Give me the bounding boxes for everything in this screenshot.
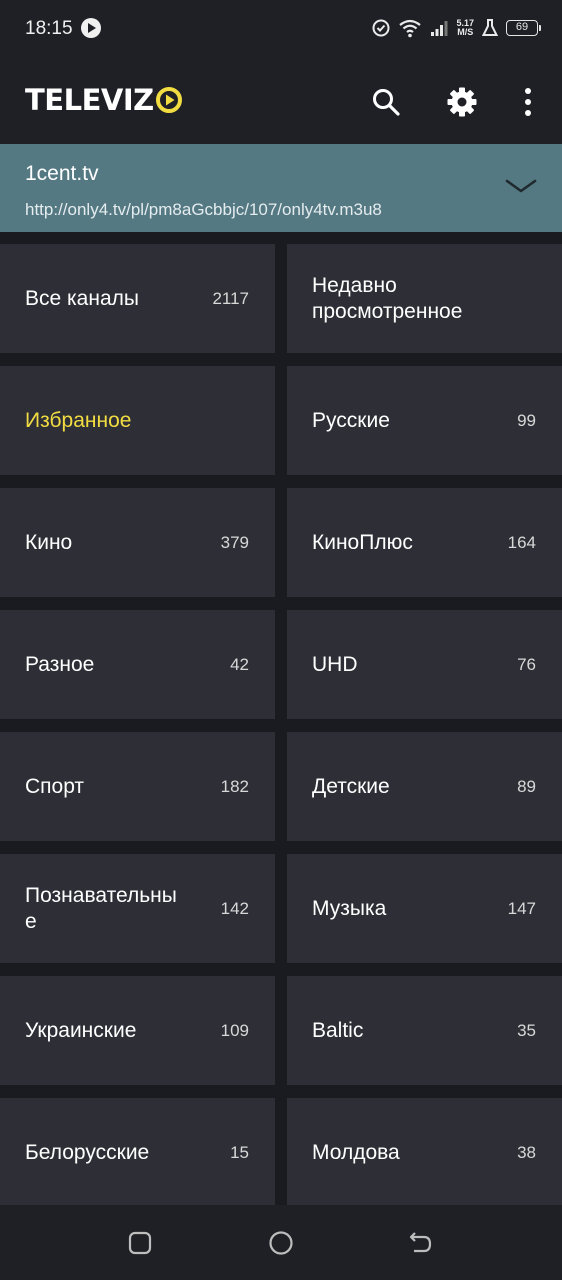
- category-label: UHD: [312, 652, 358, 676]
- category-label: Недавно просмотренное: [312, 273, 463, 323]
- playlist-name: 1cent.tv: [25, 162, 99, 185]
- battery-indicator: 69: [506, 20, 541, 36]
- category-label: Избранное: [25, 408, 132, 432]
- play-notification-icon: [80, 17, 102, 39]
- category-tile-moldova[interactable]: Молдова 38: [287, 1098, 562, 1207]
- search-button[interactable]: [364, 80, 408, 124]
- playlist-url: http://only4.tv/pl/pm8aGcbbjc/107/only4t…: [25, 200, 382, 219]
- category-label: Украинские: [25, 1018, 137, 1042]
- signal-icon: [430, 19, 448, 37]
- category-tile-music[interactable]: Музыка 147: [287, 854, 562, 963]
- category-tile-belarusian[interactable]: Белорусские 15: [0, 1098, 275, 1207]
- category-label: Познавательные: [25, 883, 177, 933]
- wifi-icon: [398, 18, 422, 38]
- category-label: Русские: [312, 408, 390, 432]
- category-tile-uhd[interactable]: UHD 76: [287, 610, 562, 719]
- category-tile-ukrainian[interactable]: Украинские 109: [0, 976, 275, 1085]
- televizo-logo: TELEVIZ: [25, 82, 182, 118]
- back-icon: [409, 1232, 432, 1253]
- category-label: Разное: [25, 652, 95, 676]
- logo-text: TELEVIZ: [25, 83, 154, 117]
- category-tile-educational[interactable]: Познавательные 142: [0, 854, 275, 963]
- more-vert-icon: [525, 88, 531, 116]
- category-count: 42: [230, 654, 249, 674]
- status-time: 18:15: [25, 18, 73, 39]
- home-icon: [269, 1231, 293, 1255]
- category-count: 2117: [212, 288, 249, 308]
- category-tile-kinoplus[interactable]: КиноПлюс 164: [287, 488, 562, 597]
- home-button[interactable]: [261, 1223, 301, 1263]
- category-tile-baltic[interactable]: Baltic 35: [287, 976, 562, 1085]
- category-count: 35: [517, 1020, 536, 1040]
- logo-play-mark-icon: [155, 87, 182, 113]
- more-options-button[interactable]: [506, 80, 550, 124]
- category-tile-kino[interactable]: Кино 379: [0, 488, 275, 597]
- category-label: Музыка: [312, 896, 387, 920]
- category-tile-all-channels[interactable]: Все каналы 2117: [0, 244, 275, 353]
- category-tile-kids[interactable]: Детские 89: [287, 732, 562, 841]
- recents-icon: [128, 1231, 152, 1255]
- app-bar: TELEVIZ: [0, 58, 562, 144]
- category-label: Все каналы: [25, 286, 139, 310]
- category-tile-recently-watched[interactable]: Недавно просмотренное: [287, 244, 562, 353]
- playlist-selector[interactable]: 1cent.tv http://only4.tv/pl/pm8aGcbbjc/1…: [0, 144, 562, 232]
- settings-button[interactable]: [440, 80, 484, 124]
- category-label: Baltic: [312, 1018, 364, 1042]
- category-count: 89: [517, 776, 536, 796]
- category-count: 164: [507, 532, 536, 552]
- category-count: 142: [220, 898, 249, 918]
- status-bar: 18:15 5.17 M/S 69: [0, 0, 562, 58]
- settings-icon: [447, 87, 477, 117]
- category-count: 15: [230, 1142, 249, 1162]
- category-count: 379: [220, 532, 249, 552]
- back-button[interactable]: [401, 1223, 441, 1263]
- category-tile-favorites[interactable]: Избранное: [0, 366, 275, 475]
- category-count: 38: [517, 1142, 536, 1162]
- category-label: Спорт: [25, 774, 85, 798]
- chevron-down-icon[interactable]: [504, 174, 538, 198]
- recents-button[interactable]: [120, 1223, 160, 1263]
- category-label: Белорусские: [25, 1140, 150, 1164]
- category-label: Молдова: [312, 1140, 400, 1164]
- search-icon: [373, 89, 400, 116]
- category-count: 99: [517, 410, 536, 430]
- category-tile-sport[interactable]: Спорт 182: [0, 732, 275, 841]
- category-label: Детские: [312, 774, 390, 798]
- sync-icon: [372, 19, 390, 37]
- category-count: 182: [220, 776, 249, 796]
- net-speed-unit: M/S: [457, 27, 474, 37]
- category-count: 109: [220, 1020, 249, 1040]
- category-label: Кино: [25, 530, 73, 554]
- system-nav-bar: [0, 1205, 562, 1280]
- category-count: 76: [517, 654, 536, 674]
- status-icons: 5.17 M/S 69: [372, 16, 541, 40]
- category-tile-russian[interactable]: Русские 99: [287, 366, 562, 475]
- lab-flask-icon: [482, 19, 498, 37]
- category-tile-misc[interactable]: Разное 42: [0, 610, 275, 719]
- category-label: КиноПлюс: [312, 530, 413, 554]
- net-speed: 5.17 M/S: [456, 19, 474, 37]
- category-count: 147: [507, 898, 536, 918]
